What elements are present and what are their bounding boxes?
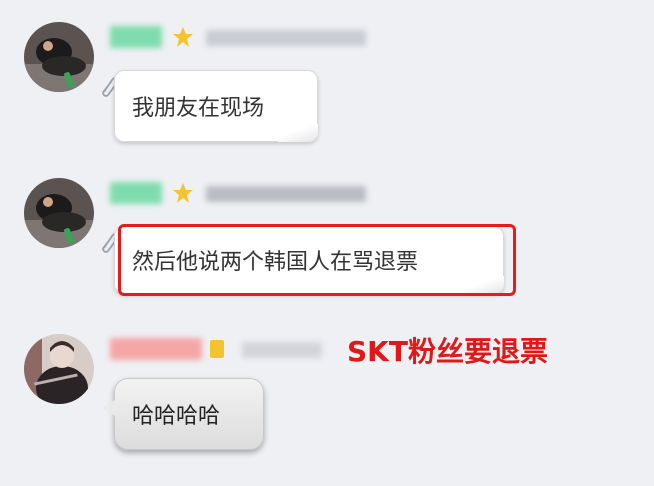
message-text: 哈哈哈哈 xyxy=(132,404,221,429)
avatar[interactable] xyxy=(24,22,94,92)
annotation-caption: SKT粉丝要退票 xyxy=(347,335,548,368)
message-bubble[interactable]: 哈哈哈哈 xyxy=(102,378,264,450)
message-bubble[interactable]: 我朋友在现场 xyxy=(114,70,318,142)
star-badge-icon xyxy=(173,183,193,203)
avatar-person-sleeping-icon xyxy=(24,178,94,248)
avatar-person-sleeping-icon xyxy=(24,22,94,92)
message-text: 我朋友在现场 xyxy=(132,96,265,121)
avatar[interactable] xyxy=(24,178,94,248)
vip-badge-icon xyxy=(210,340,224,358)
message-text: 然后他说两个韩国人在骂退票 xyxy=(132,250,419,275)
star-badge-icon xyxy=(173,27,193,47)
avatar-person-in-coat-icon xyxy=(24,334,94,404)
avatar[interactable] xyxy=(24,334,94,404)
